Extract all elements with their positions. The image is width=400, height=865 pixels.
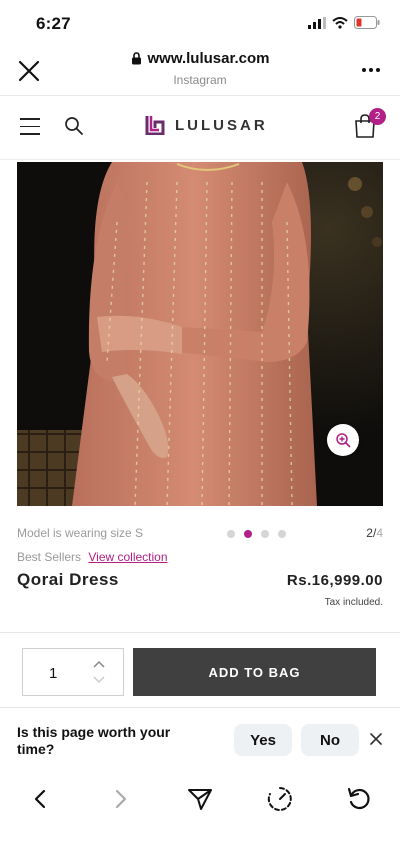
forward-icon <box>115 789 127 809</box>
share-icon <box>188 789 212 810</box>
url-display[interactable]: www.lulusar.com Instagram <box>0 50 400 87</box>
dress-photo <box>17 162 383 506</box>
back-icon <box>34 789 46 809</box>
product-title-row: Qorai Dress Rs.16,999.00 <box>17 570 383 590</box>
search-button[interactable] <box>64 116 84 141</box>
chevron-down-icon[interactable] <box>93 676 105 684</box>
add-to-bag-button[interactable]: ADD TO BAG <box>133 648 376 696</box>
search-icon <box>65 117 83 135</box>
image-pagination-dots <box>227 530 286 538</box>
signal-icon <box>308 16 326 29</box>
close-icon[interactable] <box>369 732 383 746</box>
image-dot-2[interactable] <box>244 530 252 538</box>
pager-current: 2/ <box>366 526 377 540</box>
pager-total: 4 <box>376 526 383 540</box>
add-to-cart-bar: 1 ADD TO BAG <box>0 632 400 708</box>
more-options-button[interactable] <box>362 68 380 72</box>
quantity-value[interactable]: 1 <box>49 665 57 682</box>
product-price: Rs.16,999.00 <box>286 572 383 589</box>
menu-button[interactable] <box>20 118 40 136</box>
speed-icon <box>267 787 292 811</box>
url-text: www.lulusar.com <box>147 50 270 67</box>
refresh-icon <box>347 787 370 810</box>
share-button[interactable] <box>185 784 215 814</box>
zoom-button[interactable] <box>327 424 359 456</box>
speed-button[interactable] <box>265 784 295 814</box>
image-dot-4[interactable] <box>278 530 286 538</box>
image-dot-1[interactable] <box>227 530 235 538</box>
forward-button[interactable] <box>106 784 136 814</box>
site-header: LULUSAR 2 <box>0 96 400 160</box>
collection-label: Best Sellers <box>17 550 82 564</box>
page-feedback-banner: Is this page worth your time? Yes No <box>0 708 400 772</box>
model-size-note: Model is wearing size S <box>17 526 144 540</box>
status-bar: 6:27 <box>0 0 400 44</box>
view-collection-link[interactable]: View collection <box>88 550 167 564</box>
feedback-question: Is this page worth your time? <box>17 724 171 757</box>
tax-note: Tax included. <box>324 597 383 608</box>
lock-icon <box>131 52 141 65</box>
chevron-up-icon[interactable] <box>93 660 105 668</box>
cart-count-badge: 2 <box>369 108 386 125</box>
quantity-stepper[interactable]: 1 <box>22 648 124 696</box>
feedback-no-button[interactable]: No <box>301 724 359 756</box>
collection-row: Best Sellers View collection <box>17 550 383 564</box>
cart-button[interactable]: 2 <box>354 108 386 140</box>
in-app-browser-bar: www.lulusar.com Instagram <box>0 44 400 96</box>
refresh-button[interactable] <box>344 784 374 814</box>
browser-source: Instagram <box>173 73 227 87</box>
product-image[interactable] <box>17 162 383 506</box>
feedback-yes-button[interactable]: Yes <box>234 724 292 756</box>
lulusar-logo-icon <box>145 116 165 135</box>
status-time: 6:27 <box>36 14 71 33</box>
more-icon <box>362 68 366 72</box>
product-name: Qorai Dress <box>17 570 119 589</box>
status-icons <box>308 16 380 29</box>
brand-name: LULUSAR <box>175 116 268 134</box>
back-button[interactable] <box>25 784 55 814</box>
zoom-in-icon <box>336 433 351 448</box>
site-logo[interactable]: LULUSAR <box>145 115 268 135</box>
image-pager: 2/4 <box>366 526 383 540</box>
browser-toolbar <box>0 772 400 865</box>
image-dot-3[interactable] <box>261 530 269 538</box>
wifi-icon <box>332 16 348 29</box>
battery-icon <box>354 16 380 29</box>
